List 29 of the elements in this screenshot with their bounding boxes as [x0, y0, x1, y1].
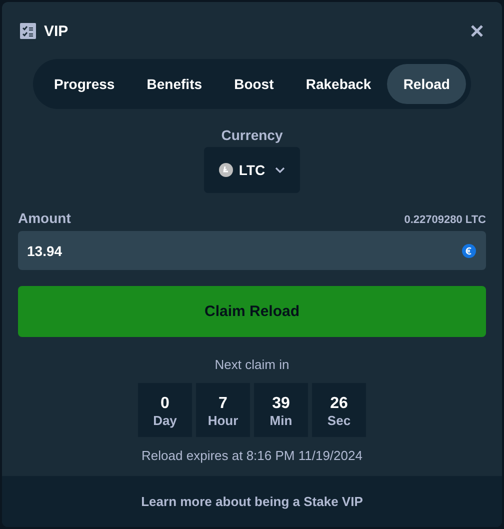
- expiry-text: Reload expires at 8:16 PM 11/19/2024: [140, 448, 364, 463]
- countdown-value: 26: [330, 394, 348, 412]
- chevron-down-icon: [275, 167, 286, 173]
- window-title: VIP: [44, 22, 70, 40]
- tab[interactable]: Benefits: [130, 64, 218, 104]
- currency-select[interactable]: LTC: [204, 147, 300, 193]
- countdown-unit: Hour: [208, 412, 238, 428]
- countdown-unit: Min: [270, 412, 292, 428]
- tab[interactable]: Boost: [218, 64, 290, 104]
- amount-label: Amount: [18, 210, 71, 226]
- close-icon: [470, 24, 484, 38]
- countdown-value: 0: [160, 394, 170, 412]
- close-button[interactable]: [470, 24, 484, 38]
- countdown-unit: Day: [153, 412, 177, 428]
- next-claim-label: Next claim in: [214, 357, 290, 372]
- tab[interactable]: Reload: [387, 64, 466, 104]
- countdown-value: 7: [218, 394, 228, 412]
- tab[interactable]: Rakeback: [290, 64, 388, 104]
- balance-text: 0.22709280 LTC: [404, 214, 486, 226]
- countdown-unit: Sec: [327, 412, 351, 428]
- currency-label: Currency: [221, 127, 283, 143]
- claim-button[interactable]: Claim Reload: [18, 286, 486, 337]
- countdown-value: 39: [272, 394, 290, 412]
- checklist-icon: [20, 23, 36, 39]
- learn-more-link[interactable]: Learn more about being a Stake VIP: [141, 494, 363, 509]
- amount-field[interactable]: 13.94: [18, 231, 486, 270]
- coin-icon: [462, 244, 476, 258]
- tab[interactable]: Progress: [38, 64, 131, 104]
- coin-icon: [218, 163, 233, 177]
